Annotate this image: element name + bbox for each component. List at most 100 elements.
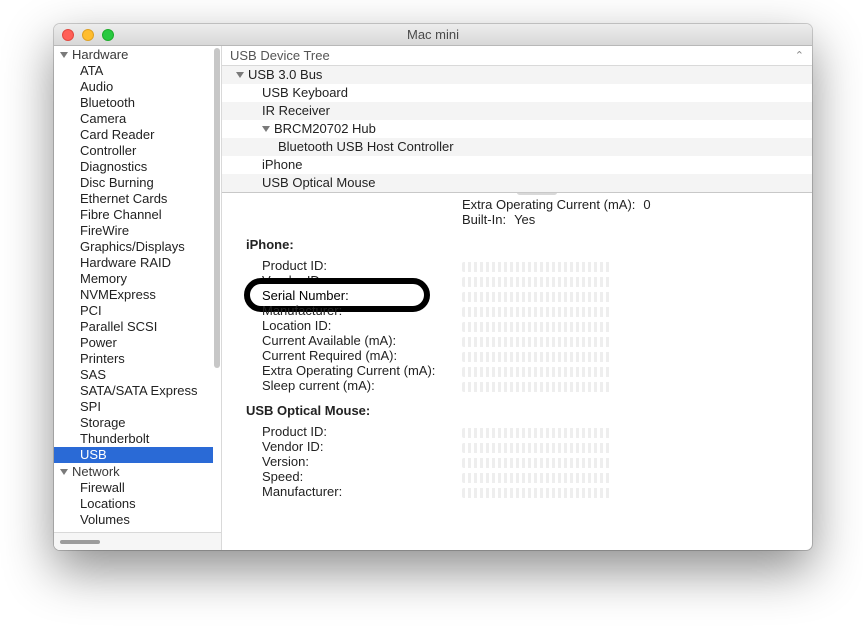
pane-resize-handle[interactable] — [517, 193, 557, 195]
detail-kv: Vendor ID: — [252, 439, 796, 454]
sidebar-group-network[interactable]: Network — [54, 463, 213, 480]
sidebar-item-nvmexpress[interactable]: NVMExpress — [54, 287, 213, 303]
detail-key: Manufacturer: — [262, 484, 342, 499]
sidebar-item-parallel-scsi[interactable]: Parallel SCSI — [54, 319, 213, 335]
window: Mac mini HardwareATAAudioBluetoothCamera… — [54, 24, 812, 550]
tree-row[interactable]: BRCM20702 Hub — [222, 120, 812, 138]
chevron-icon: ⌃ — [795, 49, 804, 62]
redacted-value — [462, 473, 612, 483]
detail-key: Manufacturer: — [262, 303, 342, 318]
sidebar-item-locations[interactable]: Locations — [54, 496, 213, 512]
detail-key: Version: — [262, 454, 309, 469]
sidebar-scrollbar[interactable] — [214, 48, 220, 368]
sidebar-footer — [54, 532, 221, 550]
sidebar-item-bluetooth[interactable]: Bluetooth — [54, 95, 213, 111]
detail-kv: Location ID: — [252, 318, 796, 333]
redacted-value — [462, 292, 612, 302]
disclosure-triangle-icon — [236, 72, 244, 78]
redacted-value — [462, 428, 612, 438]
sidebar-item-firewire[interactable]: FireWire — [54, 223, 213, 239]
detail-key: Current Available (mA): — [262, 333, 396, 348]
detail-kv: Manufacturer: — [252, 484, 796, 499]
sidebar-item-usb[interactable]: USB — [54, 447, 213, 463]
tree-header-label: USB Device Tree — [230, 48, 330, 63]
sidebar-item-power[interactable]: Power — [54, 335, 213, 351]
sidebar-group-label: Network — [72, 464, 120, 479]
sidebar-item-thunderbolt[interactable]: Thunderbolt — [54, 431, 213, 447]
redacted-value — [462, 443, 612, 453]
redacted-value — [462, 307, 612, 317]
detail-kv: Extra Operating Current (mA):0 — [252, 197, 796, 212]
sidebar-item-firewall[interactable]: Firewall — [54, 480, 213, 496]
detail-section-title: iPhone: — [246, 237, 796, 252]
detail-key: Location ID: — [262, 318, 331, 333]
redacted-value — [462, 262, 612, 272]
sidebar-item-storage[interactable]: Storage — [54, 415, 213, 431]
detail-key: Sleep current (mA): — [262, 378, 375, 393]
detail-key: Speed: — [262, 469, 303, 484]
sidebar-item-sas[interactable]: SAS — [54, 367, 213, 383]
sidebar-item-controller[interactable]: Controller — [54, 143, 213, 159]
redacted-value — [462, 382, 612, 392]
sidebar: HardwareATAAudioBluetoothCameraCard Read… — [54, 46, 222, 550]
sidebar-item-printers[interactable]: Printers — [54, 351, 213, 367]
sidebar-item-diagnostics[interactable]: Diagnostics — [54, 159, 213, 175]
tree-header[interactable]: USB Device Tree ⌃ — [222, 46, 812, 66]
detail-kv: Built-In:Yes — [252, 212, 796, 227]
sidebar-group-label: Hardware — [72, 47, 128, 62]
detail-key: Product ID: — [262, 424, 327, 439]
sidebar-item-ethernet-cards[interactable]: Ethernet Cards — [54, 191, 213, 207]
detail-kv: Speed: — [252, 469, 796, 484]
titlebar[interactable]: Mac mini — [54, 24, 812, 46]
redacted-value — [462, 322, 612, 332]
detail-key: Current Required (mA): — [262, 348, 397, 363]
sidebar-item-fibre-channel[interactable]: Fibre Channel — [54, 207, 213, 223]
detail-kv: Current Available (mA): — [252, 333, 796, 348]
sidebar-item-sata-sata-express[interactable]: SATA/SATA Express — [54, 383, 213, 399]
detail-kv: Product ID: — [252, 424, 796, 439]
device-tree: USB Device Tree ⌃ USB 3.0 BusUSB Keyboar… — [222, 46, 812, 193]
disclosure-triangle-icon — [60, 52, 68, 58]
tree-row-label: USB Optical Mouse — [262, 175, 375, 191]
tree-row[interactable]: IR Receiver — [222, 102, 812, 120]
tree-row[interactable]: USB Optical Mouse — [222, 174, 812, 192]
tree-row[interactable]: USB Keyboard — [222, 84, 812, 102]
sidebar-item-memory[interactable]: Memory — [54, 271, 213, 287]
sidebar-item-volumes[interactable]: Volumes — [54, 512, 213, 528]
tree-row[interactable]: Bluetooth USB Host Controller — [222, 138, 812, 156]
sidebar-item-graphics-displays[interactable]: Graphics/Displays — [54, 239, 213, 255]
tree-row-label: IR Receiver — [262, 103, 330, 119]
detail-kv: Version: — [252, 454, 796, 469]
sidebar-item-camera[interactable]: Camera — [54, 111, 213, 127]
sidebar-group-hardware[interactable]: Hardware — [54, 46, 213, 63]
sidebar-item-spi[interactable]: SPI — [54, 399, 213, 415]
detail-pane[interactable]: Extra Operating Current (mA):0Built-In:Y… — [222, 193, 812, 550]
sidebar-item-ata[interactable]: ATA — [54, 63, 213, 79]
detail-key: Extra Operating Current (mA): — [262, 363, 435, 378]
detail-key: Vendor ID: — [262, 273, 323, 288]
detail-section-title: USB Optical Mouse: — [246, 403, 796, 418]
window-title: Mac mini — [54, 27, 812, 42]
detail-kv: Product ID: — [252, 258, 796, 273]
detail-kv: Extra Operating Current (mA): — [252, 363, 796, 378]
detail-kv: Sleep current (mA): — [252, 378, 796, 393]
detail-kv: Vendor ID: — [252, 273, 796, 288]
tree-row-label: USB Keyboard — [262, 85, 348, 101]
disclosure-triangle-icon — [60, 469, 68, 475]
sidebar-item-hardware-raid[interactable]: Hardware RAID — [54, 255, 213, 271]
redacted-value — [462, 337, 612, 347]
redacted-value — [462, 488, 612, 498]
sidebar-item-card-reader[interactable]: Card Reader — [54, 127, 213, 143]
tree-row-label: BRCM20702 Hub — [274, 121, 376, 137]
sidebar-item-pci[interactable]: PCI — [54, 303, 213, 319]
tree-row-label: iPhone — [262, 157, 302, 173]
sidebar-item-disc-burning[interactable]: Disc Burning — [54, 175, 213, 191]
detail-kv: Serial Number: — [252, 288, 796, 303]
disclosure-triangle-icon — [262, 126, 270, 132]
detail-key: Vendor ID: — [262, 439, 323, 454]
detail-key: Product ID: — [262, 258, 327, 273]
redacted-value — [462, 458, 612, 468]
tree-row[interactable]: USB 3.0 Bus — [222, 66, 812, 84]
tree-row[interactable]: iPhone — [222, 156, 812, 174]
sidebar-item-audio[interactable]: Audio — [54, 79, 213, 95]
